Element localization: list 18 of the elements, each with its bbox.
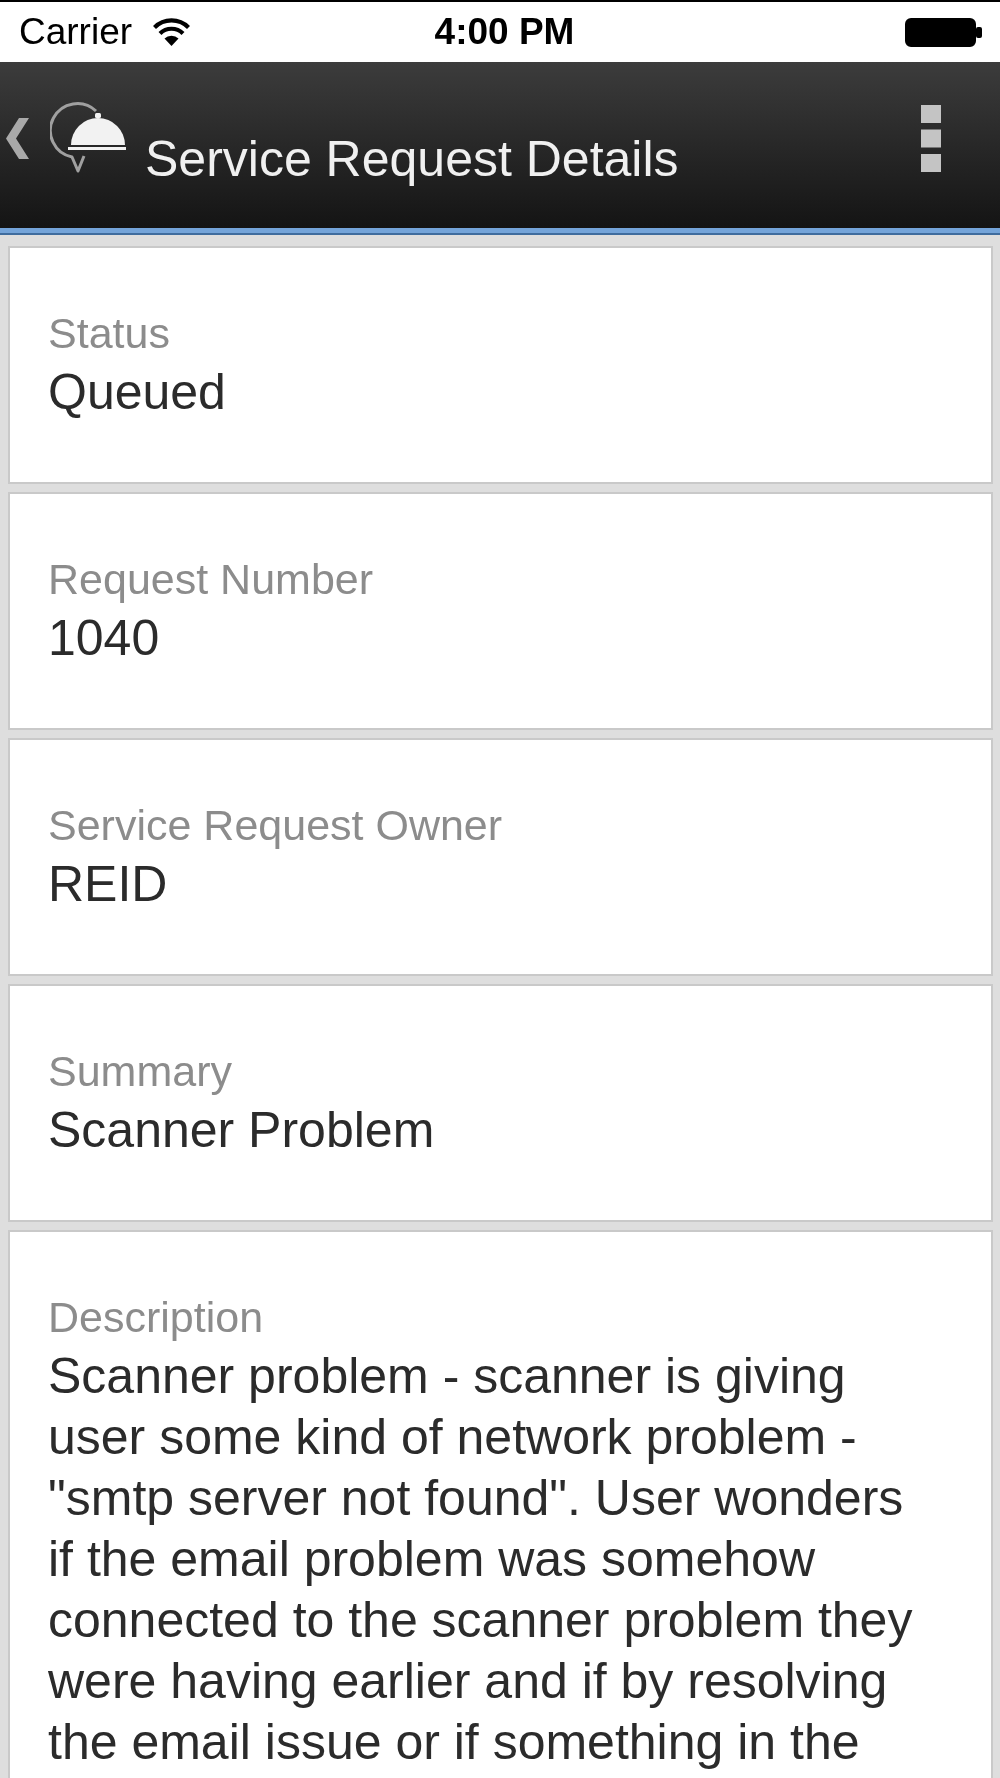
field-value: 1040 [48,609,161,668]
field-label: Description [48,1292,264,1342]
status-time: 4:00 PM [434,10,575,54]
field-label: Service Request Owner [48,800,503,850]
service-bell-icon [50,101,126,173]
field-value: Scanner Problem [48,1101,436,1160]
field-value: Queued [48,363,227,422]
carrier-name: Carrier [19,10,133,54]
wifi-icon [153,17,191,47]
battery-icon [905,17,982,47]
field-label: Summary [48,1046,232,1096]
field-value: Scanner problem - scanner is giving user some kind of network problem - "smtp server not found". User wonders if the email problem was somehow connected to the scanner problem they were having earlier and if by resolving the email issue or if something in the [48,1347,914,1772]
field-value: REID [48,855,169,914]
field-label: Status [48,308,170,358]
menu-icon[interactable] [921,105,941,172]
screen-title: Service Request Details [145,130,679,189]
field-label: Request Number [48,554,374,604]
chevron-left-icon[interactable] [6,118,29,159]
